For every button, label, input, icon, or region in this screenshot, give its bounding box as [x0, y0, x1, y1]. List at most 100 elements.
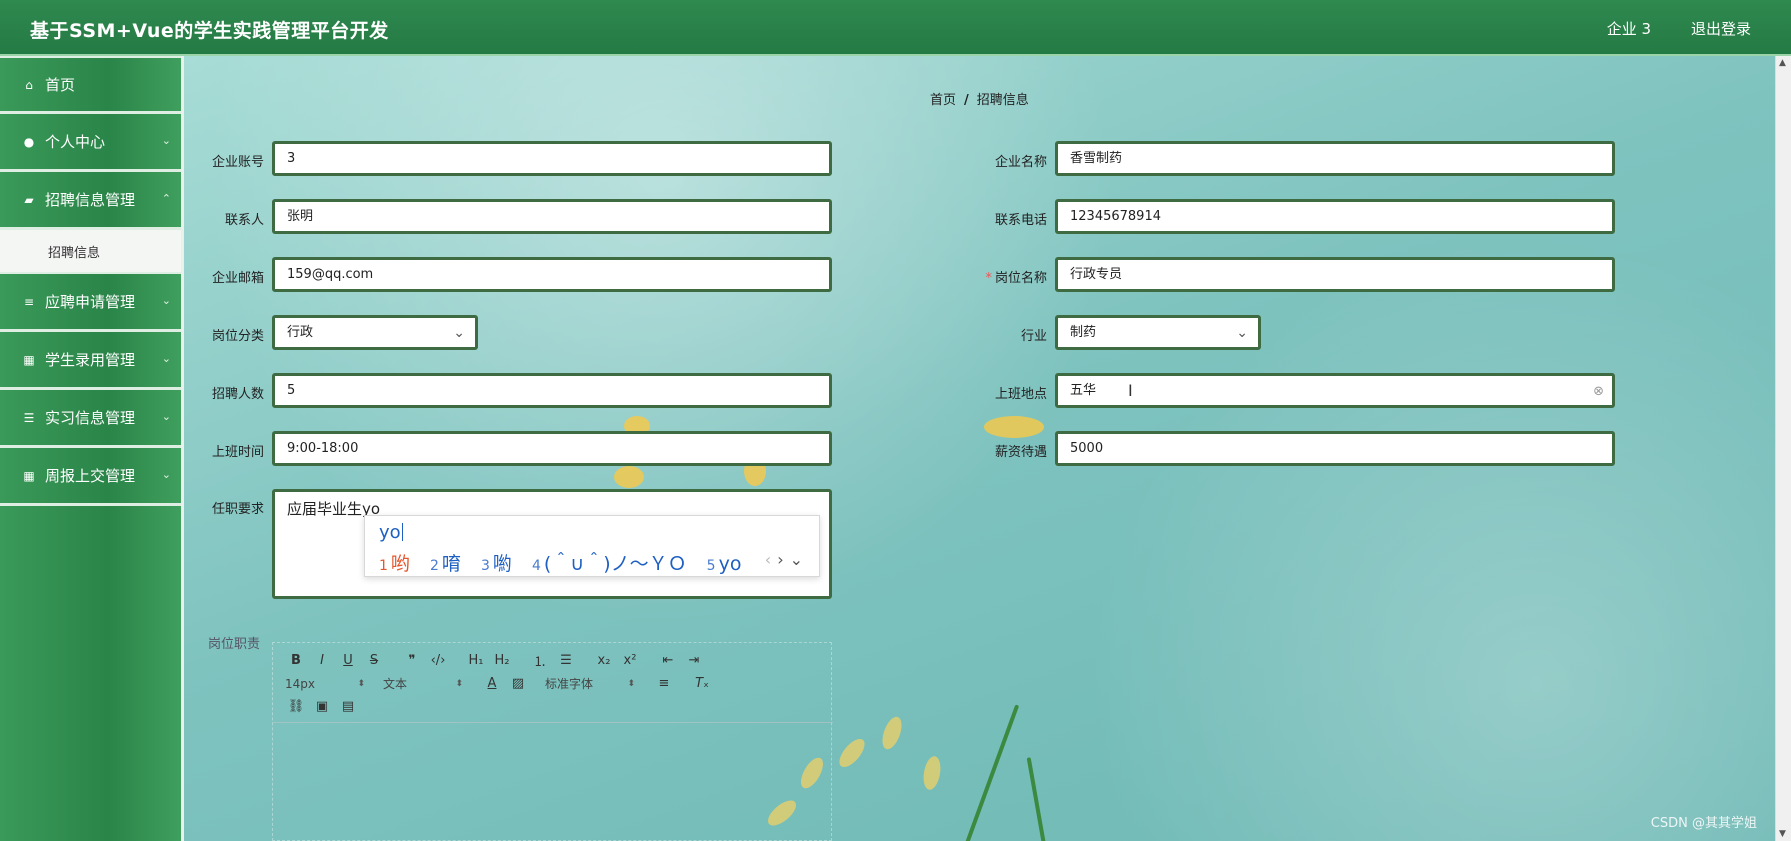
submenu-item-recruitment-info[interactable]: 招聘信息: [0, 230, 181, 274]
location-label: 上班地点: [994, 387, 1047, 402]
company-name-label: 企业名称: [994, 155, 1047, 170]
clear-format-icon[interactable]: Tₓ: [691, 674, 713, 694]
industry-select-value: 制药: [1070, 325, 1097, 340]
subscript-icon[interactable]: x₂: [593, 651, 615, 671]
work-time-label: 上班时间: [211, 445, 264, 460]
text-color-icon[interactable]: A: [481, 674, 503, 694]
sidebar-item-label: 招聘信息管理: [45, 191, 136, 209]
industry-select[interactable]: 制药 ⌄: [1055, 315, 1261, 350]
background-color-icon[interactable]: ▨: [507, 674, 529, 694]
ime-candidate[interactable]: 1哟: [379, 553, 410, 575]
align-icon[interactable]: ≡: [653, 674, 675, 694]
ime-candidate[interactable]: 5 yo: [707, 553, 742, 575]
required-mark: *: [985, 271, 992, 286]
indent-icon[interactable]: ⇥: [683, 651, 705, 671]
ime-candidate[interactable]: 4 (＾∪＾)ノ～ＹＯ: [532, 553, 687, 575]
ime-candidate-popup: yo 1哟 2唷 3喲 4 (＾∪＾)ノ～ＹＯ 5 yo ‹›⌄: [364, 515, 820, 577]
requirements-label: 任职要求: [211, 502, 264, 517]
quote-icon[interactable]: ❞: [401, 651, 423, 671]
breadcrumb-current: 招聘信息: [976, 93, 1029, 108]
sidebar-item-label: 学生录用管理: [45, 351, 136, 369]
stem-decoration: [964, 704, 1020, 841]
home-icon: ⌂: [25, 77, 33, 92]
strikethrough-icon[interactable]: S: [363, 651, 385, 671]
email-label: 企业邮箱: [211, 271, 264, 286]
paragraph-select[interactable]: 文本 ⬍: [383, 674, 463, 694]
phone-input[interactable]: 12345678914: [1055, 199, 1615, 234]
chevron-right-icon[interactable]: ›: [777, 550, 789, 569]
bullet-list-icon[interactable]: ☰: [555, 651, 577, 671]
company-name-input[interactable]: 香雪制药: [1055, 141, 1615, 176]
user-icon: ●: [23, 134, 35, 149]
updown-icon: ⬍: [455, 678, 463, 689]
contact-input[interactable]: 张明: [272, 199, 832, 234]
editor-toolbar: B I U S ❞ ‹/› H₁ H₂ ⒈ ☰ x₂ x² ⇤ ⇥ 14px ⬍…: [273, 643, 833, 723]
ime-candidate-list: 1哟 2唷 3喲 4 (＾∪＾)ノ～ＹＯ 5 yo: [379, 549, 755, 576]
superscript-icon[interactable]: x²: [619, 651, 641, 671]
chevron-down-icon[interactable]: ⌄: [790, 550, 809, 569]
position-name-input[interactable]: 行政专员: [1055, 257, 1615, 292]
app-title: 基于SSM+Vue的学生实践管理平台开发: [30, 20, 389, 42]
chevron-down-icon: ⌄: [453, 325, 465, 341]
category-label: 岗位分类: [211, 329, 264, 344]
chevron-up-icon: ⌃: [161, 192, 171, 205]
video-icon[interactable]: ▤: [337, 697, 359, 717]
chevron-left-icon[interactable]: ‹: [765, 550, 777, 569]
italic-icon[interactable]: I: [311, 651, 333, 671]
grain-decoration: [834, 734, 870, 772]
scroll-up-icon[interactable]: ▲: [1779, 58, 1786, 68]
sidebar-item-label: 周报上交管理: [45, 467, 136, 485]
grid-icon: ▦: [23, 352, 35, 367]
category-select-value: 行政: [287, 325, 314, 340]
contact-label: 联系人: [224, 213, 264, 228]
headcount-input[interactable]: 5: [272, 373, 832, 408]
work-time-input[interactable]: 9:00-18:00: [272, 431, 832, 466]
bold-icon[interactable]: B: [285, 651, 307, 671]
sidebar-item-personal-center[interactable]: ● 个人中心 ⌄: [0, 114, 181, 172]
clear-icon[interactable]: ⊗: [1593, 377, 1604, 406]
sidebar-item-internship[interactable]: ☰ 实习信息管理 ⌄: [0, 390, 181, 448]
salary-input[interactable]: 5000: [1055, 431, 1615, 466]
sidebar-item-recruitment[interactable]: ▰ 招聘信息管理 ⌃: [0, 172, 181, 230]
sidebar-item-label: 个人中心: [45, 133, 106, 151]
duties-rich-text-editor: B I U S ❞ ‹/› H₁ H₂ ⒈ ☰ x₂ x² ⇤ ⇥ 14px ⬍…: [272, 642, 833, 841]
vertical-scrollbar[interactable]: ▲ ▼: [1775, 56, 1791, 841]
flower-decoration: [984, 416, 1044, 438]
font-size-select[interactable]: 14px ⬍: [285, 674, 365, 694]
font-family-select[interactable]: 标准字体 ⬍: [545, 674, 635, 694]
ime-composition-text: yo: [379, 522, 401, 543]
sidebar-item-home[interactable]: ⌂ 首页: [0, 56, 181, 114]
logout-button[interactable]: 退出登录: [1691, 18, 1751, 39]
code-icon[interactable]: ‹/›: [427, 651, 449, 671]
updown-icon: ⬍: [357, 678, 365, 689]
link-icon[interactable]: ⛓: [285, 697, 307, 717]
location-input[interactable]: 五华 I ⊗: [1055, 373, 1615, 408]
chevron-down-icon: ⌄: [161, 134, 171, 147]
updown-icon: ⬍: [627, 678, 635, 689]
chevron-down-icon: ⌄: [1236, 325, 1248, 341]
outdent-icon[interactable]: ⇤: [657, 651, 679, 671]
underline-icon[interactable]: U: [337, 651, 359, 671]
scroll-down-icon[interactable]: ▼: [1779, 829, 1786, 839]
heading1-icon[interactable]: H₁: [465, 651, 487, 671]
breadcrumb-home[interactable]: 首页: [930, 93, 956, 108]
sidebar-item-label: 应聘申请管理: [45, 293, 136, 311]
sliders-icon: ☰: [23, 410, 35, 425]
heading2-icon[interactable]: H₂: [491, 651, 513, 671]
grain-decoration: [878, 714, 906, 752]
chevron-down-icon: ⌄: [161, 294, 171, 307]
chevron-down-icon: ⌄: [161, 468, 171, 481]
breadcrumb-separator: /: [964, 93, 969, 108]
ordered-list-icon[interactable]: ⒈: [529, 651, 551, 671]
sidebar-item-hiring[interactable]: ▦ 学生录用管理 ⌄: [0, 332, 181, 390]
ime-candidate[interactable]: 2唷: [430, 553, 461, 575]
email-input[interactable]: 159@qq.com: [272, 257, 832, 292]
sidebar-item-weekly-report[interactable]: ▦ 周报上交管理 ⌄: [0, 448, 181, 506]
category-select[interactable]: 行政 ⌄: [272, 315, 478, 350]
chevron-down-icon: ⌄: [161, 352, 171, 365]
ime-candidate[interactable]: 3喲: [481, 553, 512, 575]
image-icon[interactable]: ▣: [311, 697, 333, 717]
sidebar-item-applications[interactable]: ≡ 应聘申请管理 ⌄: [0, 274, 181, 332]
company-account-input[interactable]: 3: [272, 141, 832, 176]
salary-label: 薪资待遇: [994, 445, 1047, 460]
